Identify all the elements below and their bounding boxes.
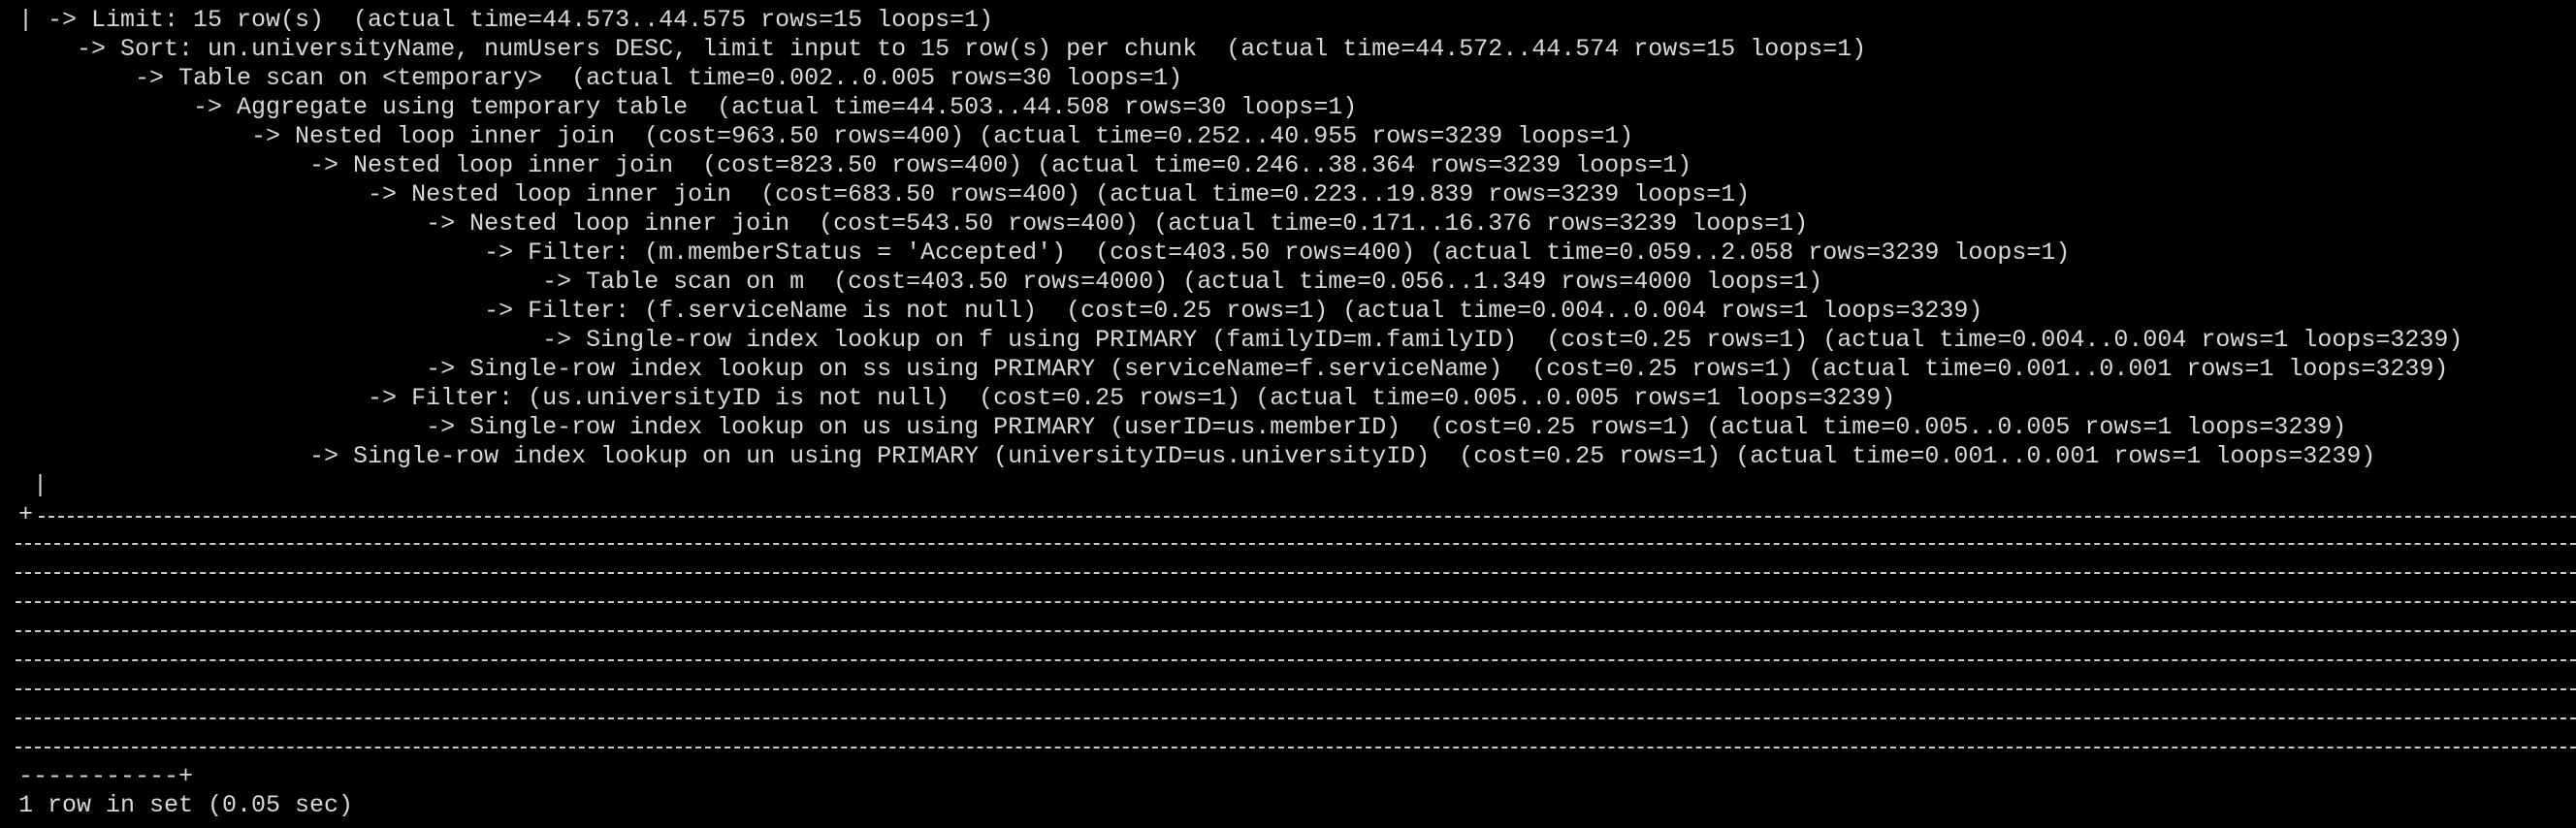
result-summary: 1 row in set (0.05 sec) — [18, 791, 354, 819]
plan-line-lookup-ss: -> Single-row index lookup on ss using P… — [18, 355, 2449, 383]
plan-line-nested-join-3: -> Nested loop inner join (cost=683.50 r… — [18, 180, 1751, 208]
plan-line-filter-service-name: -> Filter: (f.serviceName is not null) (… — [18, 297, 1983, 325]
table-border-rule — [16, 630, 2576, 632]
plan-line-table-scan-m: -> Table scan on m (cost=403.50 rows=400… — [18, 268, 1823, 296]
terminal-window[interactable]: | -> Limit: 15 row(s) (actual time=44.57… — [0, 0, 2576, 828]
plan-line-nested-join-1: -> Nested loop inner join (cost=963.50 r… — [18, 122, 1634, 150]
plan-line-nested-join-2: -> Nested loop inner join (cost=823.50 r… — [18, 151, 1692, 179]
table-border-rule — [16, 543, 2576, 545]
table-border-rule — [39, 516, 2576, 518]
plan-line-table-scan-temporary: -> Table scan on <temporary> (actual tim… — [18, 64, 1183, 92]
plan-line-lookup-us: -> Single-row index lookup on us using P… — [18, 413, 2347, 441]
plan-line-limit: | -> Limit: 15 row(s) (actual time=44.57… — [18, 6, 994, 34]
plan-line-sort: -> Sort: un.universityName, numUsers DES… — [18, 35, 1867, 63]
table-border-rule — [16, 659, 2576, 661]
table-border-rule — [16, 688, 2576, 690]
plan-line-filter-university-id: -> Filter: (us.universityID is not null)… — [18, 384, 1896, 412]
plan-line-lookup-f: -> Single-row index lookup on f using PR… — [18, 326, 2463, 354]
table-border-corner-bottom: -----------+ — [18, 762, 194, 790]
table-border-rule — [16, 601, 2576, 603]
table-border-rule — [16, 717, 2576, 719]
plan-closing-bar: | — [18, 471, 48, 499]
plan-line-lookup-un: -> Single-row index lookup on un using P… — [18, 442, 2376, 470]
table-border-corner-top: + — [18, 500, 34, 528]
table-border-rule — [16, 572, 2576, 574]
table-border-rule — [16, 747, 2576, 748]
plan-line-filter-member-status: -> Filter: (m.memberStatus = 'Accepted')… — [18, 239, 2071, 267]
plan-line-aggregate: -> Aggregate using temporary table (actu… — [18, 93, 1358, 121]
plan-line-nested-join-4: -> Nested loop inner join (cost=543.50 r… — [18, 209, 1809, 238]
